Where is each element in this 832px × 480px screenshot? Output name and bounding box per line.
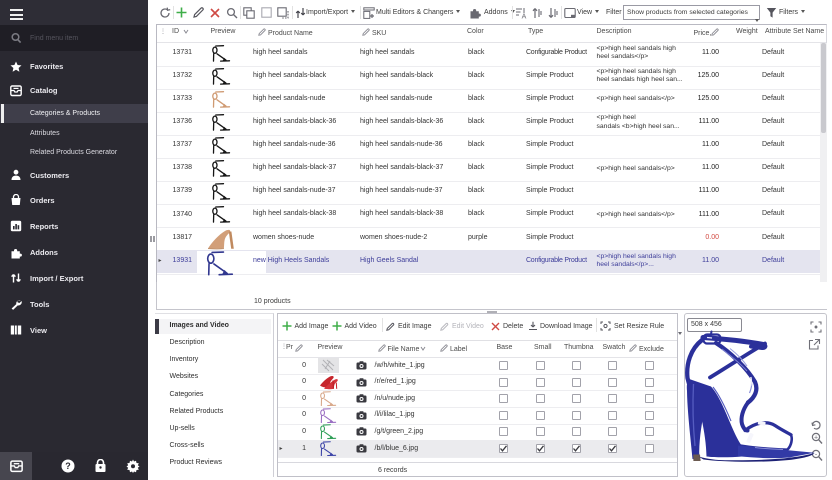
svg-text:A: A bbox=[522, 13, 527, 19]
svg-text:?: ? bbox=[65, 461, 71, 471]
